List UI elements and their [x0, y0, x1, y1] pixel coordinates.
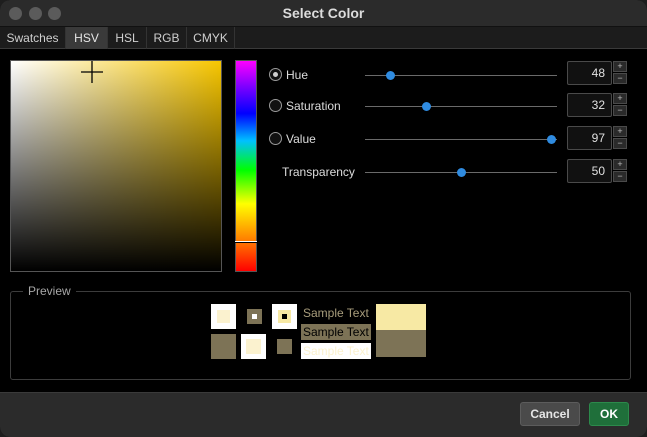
- tab-swatches[interactable]: Swatches: [0, 27, 66, 49]
- saturation-radio[interactable]: [269, 99, 282, 112]
- saturation-decrement-button[interactable]: −: [613, 105, 627, 116]
- value-field[interactable]: 97: [567, 126, 612, 150]
- value-label: Value: [286, 132, 316, 146]
- transparency-row: Transparency 50 + −: [268, 159, 638, 183]
- transparency-spinbox: 50 + −: [567, 159, 630, 183]
- tab-bar: Swatches HSV HSL RGB CMYK: [0, 27, 647, 49]
- transparency-increment-button[interactable]: +: [613, 159, 627, 170]
- transparency-label: Transparency: [282, 165, 355, 179]
- sample-text-on-black: Sample Text: [303, 306, 369, 320]
- cancel-button[interactable]: Cancel: [520, 402, 580, 426]
- preview-swatch-outlined: [272, 304, 297, 329]
- hue-decrement-button[interactable]: −: [613, 73, 627, 84]
- hue-spinbox: 48 + −: [567, 61, 630, 85]
- value-radio[interactable]: [269, 132, 282, 145]
- dialog-footer: Cancel OK: [0, 392, 647, 437]
- value-slider[interactable]: [365, 135, 557, 144]
- title-bar: Select Color: [0, 0, 647, 27]
- preview-swatch-small: [277, 339, 292, 354]
- saturation-label: Saturation: [286, 99, 341, 113]
- transparency-slider[interactable]: [365, 168, 557, 177]
- saturation-spinbox: 32 + −: [567, 93, 630, 117]
- preview-swatch-on-white: [211, 304, 236, 329]
- saturation-slider-thumb[interactable]: [422, 102, 432, 111]
- hue-slider[interactable]: [365, 71, 557, 80]
- preview-swatch-light: [241, 334, 266, 359]
- value-slider-thumb[interactable]: [547, 135, 557, 144]
- saturation-field[interactable]: 32: [567, 93, 612, 117]
- sample-text-on-tint: Sample Text: [301, 324, 371, 340]
- preview-swatch-dark: [247, 309, 262, 324]
- preview-legend: Preview: [23, 284, 76, 298]
- value-spinbox: 97 + −: [567, 126, 630, 150]
- value-increment-button[interactable]: +: [613, 126, 627, 137]
- saturation-row: Saturation 32 + −: [268, 93, 638, 117]
- transparency-field[interactable]: 50: [567, 159, 612, 183]
- sample-text-on-white: Sample Text: [301, 343, 371, 359]
- ok-button[interactable]: OK: [589, 402, 629, 426]
- selected-color-swatch: [376, 304, 426, 330]
- saturation-slider[interactable]: [365, 102, 557, 111]
- saturation-value-picker[interactable]: [10, 60, 222, 272]
- hue-field[interactable]: 48: [567, 61, 612, 85]
- hue-strip[interactable]: [235, 60, 257, 272]
- preview-swatch-filled: [211, 334, 236, 359]
- hue-label: Hue: [286, 68, 309, 82]
- transparency-decrement-button[interactable]: −: [613, 171, 627, 182]
- value-row: Value 97 + −: [268, 126, 638, 150]
- hue-radio[interactable]: [269, 68, 282, 81]
- hue-row: Hue 48 + −: [268, 61, 638, 86]
- value-decrement-button[interactable]: −: [613, 138, 627, 149]
- dialog-title: Select Color: [282, 5, 365, 21]
- tab-hsl[interactable]: HSL: [108, 27, 147, 49]
- saturation-increment-button[interactable]: +: [613, 93, 627, 104]
- hue-marker[interactable]: [235, 241, 257, 243]
- hue-increment-button[interactable]: +: [613, 61, 627, 72]
- selected-color-dark-swatch: [376, 330, 426, 357]
- select-color-dialog: Select Color Swatches HSV HSL RGB CMYK H…: [0, 0, 647, 437]
- tab-cmyk[interactable]: CMYK: [187, 27, 235, 49]
- crosshair-icon: [81, 61, 103, 83]
- preview-group: Preview Sample Text Sample Text Sample T…: [10, 284, 631, 380]
- tab-rgb[interactable]: RGB: [147, 27, 187, 49]
- transparency-slider-thumb[interactable]: [457, 168, 466, 177]
- tab-hsv[interactable]: HSV: [66, 27, 108, 49]
- hue-slider-thumb[interactable]: [385, 71, 395, 80]
